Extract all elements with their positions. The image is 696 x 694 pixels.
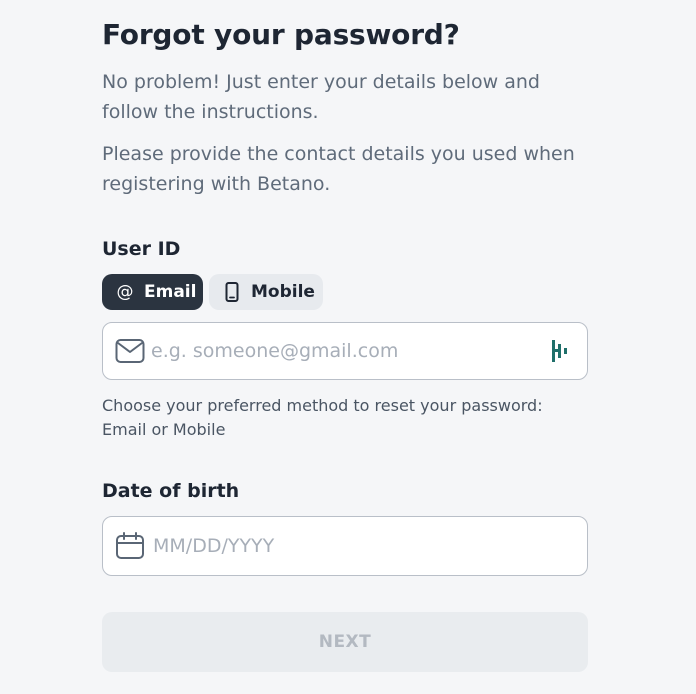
mobile-toggle-label: Mobile	[251, 282, 315, 302]
phone-icon	[223, 282, 241, 302]
contact-note-text: Please provide the contact details you u…	[102, 143, 575, 195]
reset-method-helper-text: Choose your preferred method to reset yo…	[102, 396, 543, 439]
intro-text: No problem! Just enter your details belo…	[102, 71, 540, 123]
date-of-birth-label: Date of birth	[102, 480, 240, 502]
email-toggle-button[interactable]: @ Email	[102, 274, 203, 310]
mobile-toggle-button[interactable]: Mobile	[209, 274, 323, 310]
email-toggle-label: Email	[144, 282, 197, 302]
email-field-container	[102, 322, 588, 380]
dob-field-container	[102, 516, 588, 576]
at-icon: @	[116, 282, 134, 302]
calendar-icon	[115, 532, 145, 560]
page-title: Forgot your password?	[102, 18, 460, 51]
user-id-label: User ID	[102, 238, 181, 260]
next-button[interactable]: NEXT	[102, 612, 588, 672]
email-input[interactable]	[151, 323, 531, 379]
date-of-birth-input[interactable]	[153, 517, 533, 575]
autofill-key-icon[interactable]	[551, 339, 569, 363]
envelope-icon	[115, 337, 145, 365]
